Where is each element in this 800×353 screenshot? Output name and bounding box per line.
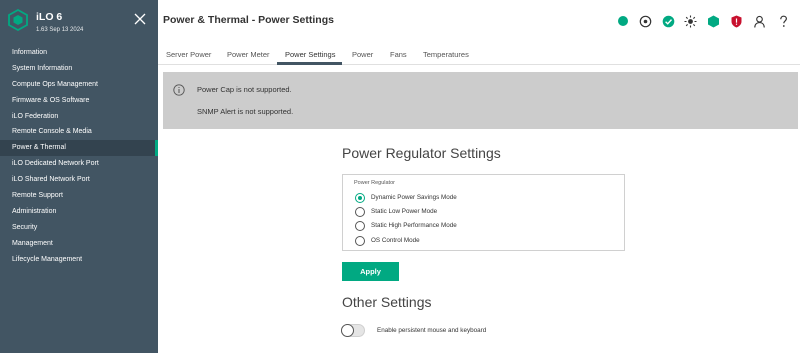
radio-button[interactable] xyxy=(355,206,365,217)
sidebar: iLO 6 1.63 Sep 13 2024 Information Syste… xyxy=(0,0,158,353)
info-icon xyxy=(173,84,185,96)
ilo-logo-icon xyxy=(8,9,28,31)
radio-dynamic-power-savings[interactable]: Dynamic Power Savings Mode xyxy=(355,192,457,203)
sidebar-item-system-information[interactable]: System Information xyxy=(0,61,158,77)
radio-button[interactable] xyxy=(355,220,365,231)
brand-title: iLO 6 xyxy=(36,11,63,23)
sidebar-item-information[interactable]: Information xyxy=(0,45,158,61)
radio-label: Static Low Power Mode xyxy=(371,208,438,215)
sidebar-item-lifecycle-management[interactable]: Lifecycle Management xyxy=(0,252,158,268)
sidebar-item-ilo-federation[interactable]: iLO Federation xyxy=(0,109,158,125)
security-shield-icon[interactable] xyxy=(729,14,743,28)
tab-power[interactable]: Power xyxy=(352,44,373,65)
sidebar-nav: Information System Information Compute O… xyxy=(0,45,158,267)
radio-button-selected[interactable] xyxy=(355,192,365,203)
tab-fans[interactable]: Fans xyxy=(390,44,407,65)
sidebar-item-ilo-dedicated-network-port[interactable]: iLO Dedicated Network Port xyxy=(0,156,158,172)
uid-light-icon[interactable] xyxy=(683,14,697,28)
toggle-knob xyxy=(341,324,354,337)
active-tab-indicator xyxy=(277,62,342,65)
power-regulator-group: Power Regulator Dynamic Power Savings Mo… xyxy=(342,174,625,251)
brand-version: 1.63 Sep 13 2024 xyxy=(36,27,84,33)
power-regulator-section-title: Power Regulator Settings xyxy=(342,145,501,161)
radio-label: Static High Performance Mode xyxy=(371,222,457,229)
sidebar-item-power-thermal[interactable]: Power & Thermal xyxy=(0,140,158,157)
radio-label: Dynamic Power Savings Mode xyxy=(371,194,457,201)
radio-static-high-performance[interactable]: Static High Performance Mode xyxy=(355,220,457,231)
persistent-mouse-keyboard-label: Enable persistent mouse and keyboard xyxy=(377,327,487,334)
status-check-icon[interactable] xyxy=(661,14,675,28)
close-icon[interactable] xyxy=(133,12,147,26)
tab-power-meter[interactable]: Power Meter xyxy=(227,44,270,65)
page-header: Power & Thermal - Power Settings xyxy=(158,0,800,44)
info-banner: Power Cap is not supported. SNMP Alert i… xyxy=(163,72,798,129)
sidebar-item-compute-ops-management[interactable]: Compute Ops Management xyxy=(0,77,158,93)
sidebar-item-ilo-shared-network-port[interactable]: iLO Shared Network Port xyxy=(0,172,158,188)
tab-server-power[interactable]: Server Power xyxy=(166,44,211,65)
system-health-icon[interactable] xyxy=(706,14,720,28)
help-icon[interactable] xyxy=(776,14,790,28)
sidebar-item-management[interactable]: Management xyxy=(0,236,158,252)
power-regulator-legend: Power Regulator xyxy=(354,180,395,186)
persistent-mouse-keyboard-toggle[interactable] xyxy=(341,324,365,337)
power-icon[interactable] xyxy=(638,14,652,28)
health-icon[interactable] xyxy=(616,14,630,28)
radio-label: OS Control Mode xyxy=(371,237,420,244)
page-title: Power & Thermal - Power Settings xyxy=(163,14,334,26)
other-settings-section-title: Other Settings xyxy=(342,294,432,310)
sidebar-item-security[interactable]: Security xyxy=(0,220,158,236)
sidebar-item-firmware-os-software[interactable]: Firmware & OS Software xyxy=(0,93,158,109)
radio-button[interactable] xyxy=(355,235,365,246)
radio-static-low-power[interactable]: Static Low Power Mode xyxy=(355,206,437,217)
apply-button[interactable]: Apply xyxy=(342,262,399,281)
sidebar-item-administration[interactable]: Administration xyxy=(0,204,158,220)
sidebar-item-remote-console-media[interactable]: Remote Console & Media xyxy=(0,124,158,140)
radio-os-control[interactable]: OS Control Mode xyxy=(355,235,420,246)
tab-bar: Server Power Power Meter Power Settings … xyxy=(158,44,800,65)
banner-message-power-cap: Power Cap is not supported. xyxy=(197,85,292,94)
tab-temperatures[interactable]: Temperatures xyxy=(423,44,469,65)
sidebar-item-remote-support[interactable]: Remote Support xyxy=(0,188,158,204)
banner-message-snmp-alert: SNMP Alert is not supported. xyxy=(197,107,294,116)
user-icon[interactable] xyxy=(752,14,766,28)
